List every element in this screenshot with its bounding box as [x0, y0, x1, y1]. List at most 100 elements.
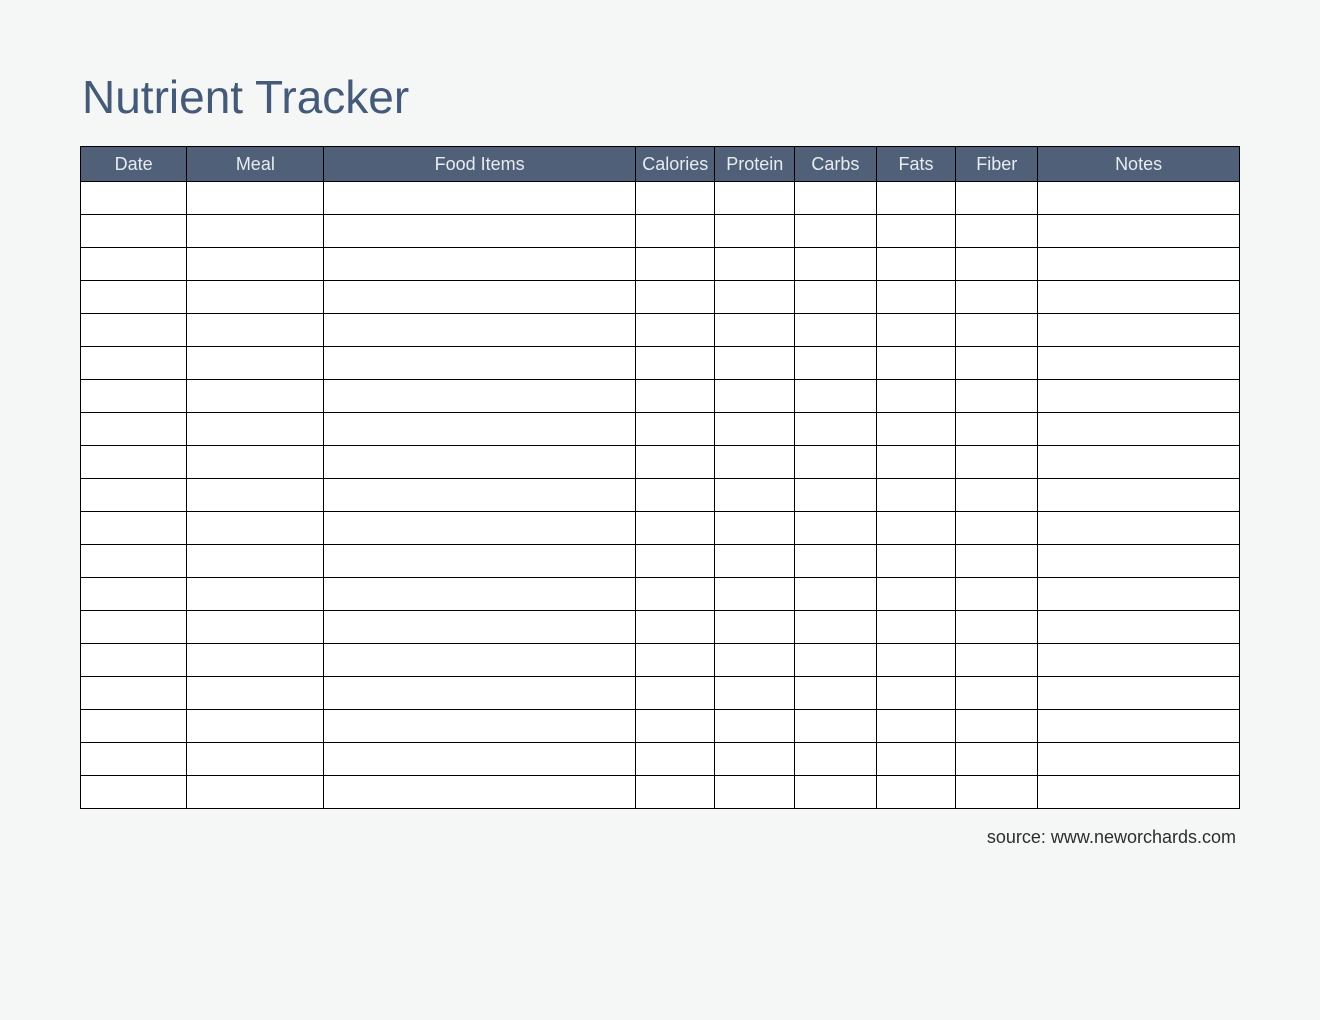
table-cell: [794, 347, 876, 380]
table-cell: [324, 512, 636, 545]
table-cell: [876, 182, 955, 215]
table-cell: [636, 710, 715, 743]
table-cell: [876, 743, 955, 776]
table-row: [81, 545, 1240, 578]
table-cell: [876, 479, 955, 512]
source-caption: source: www.neworchards.com: [80, 827, 1240, 848]
table-cell: [794, 611, 876, 644]
table-row: [81, 677, 1240, 710]
table-cell: [1038, 512, 1240, 545]
table-cell: [956, 710, 1038, 743]
table-cell: [324, 479, 636, 512]
table-cell: [715, 578, 794, 611]
table-row: [81, 710, 1240, 743]
table-cell: [1038, 215, 1240, 248]
table-cell: [794, 380, 876, 413]
table-cell: [876, 347, 955, 380]
table-cell: [1038, 677, 1240, 710]
table-row: [81, 644, 1240, 677]
table-cell: [187, 512, 324, 545]
table-cell: [187, 578, 324, 611]
table-cell: [876, 545, 955, 578]
table-cell: [1038, 611, 1240, 644]
table-cell: [876, 314, 955, 347]
table-cell: [1038, 446, 1240, 479]
table-cell: [187, 347, 324, 380]
table-row: [81, 248, 1240, 281]
table-cell: [794, 479, 876, 512]
table-cell: [187, 743, 324, 776]
table-row: [81, 314, 1240, 347]
table-cell: [81, 215, 187, 248]
table-cell: [1038, 314, 1240, 347]
table-cell: [324, 776, 636, 809]
table-cell: [1038, 644, 1240, 677]
table-cell: [876, 215, 955, 248]
table-cell: [636, 512, 715, 545]
col-header-food: Food Items: [324, 147, 636, 182]
table-cell: [715, 743, 794, 776]
table-cell: [187, 314, 324, 347]
table-cell: [715, 413, 794, 446]
table-cell: [794, 710, 876, 743]
col-header-protein: Protein: [715, 147, 794, 182]
table-body: [81, 182, 1240, 809]
table-cell: [187, 710, 324, 743]
col-header-notes: Notes: [1038, 147, 1240, 182]
table-cell: [794, 413, 876, 446]
table-cell: [187, 611, 324, 644]
table-cell: [956, 182, 1038, 215]
table-cell: [187, 479, 324, 512]
table-cell: [715, 182, 794, 215]
table-cell: [1038, 281, 1240, 314]
page-title: Nutrient Tracker: [82, 70, 1240, 124]
table-cell: [636, 776, 715, 809]
table-cell: [324, 545, 636, 578]
table-cell: [81, 776, 187, 809]
table-cell: [715, 677, 794, 710]
table-cell: [324, 578, 636, 611]
col-header-calories: Calories: [636, 147, 715, 182]
table-cell: [324, 248, 636, 281]
table-cell: [956, 611, 1038, 644]
table-cell: [956, 512, 1038, 545]
table-cell: [876, 446, 955, 479]
table-cell: [187, 776, 324, 809]
table-cell: [956, 413, 1038, 446]
table-cell: [81, 380, 187, 413]
table-cell: [187, 248, 324, 281]
table-cell: [1038, 545, 1240, 578]
table-cell: [715, 479, 794, 512]
table-cell: [636, 578, 715, 611]
table-cell: [956, 578, 1038, 611]
table-cell: [876, 710, 955, 743]
table-cell: [794, 743, 876, 776]
table-cell: [876, 512, 955, 545]
table-cell: [1038, 413, 1240, 446]
table-cell: [715, 380, 794, 413]
table-cell: [956, 446, 1038, 479]
table-cell: [81, 248, 187, 281]
table-cell: [636, 380, 715, 413]
table-cell: [715, 314, 794, 347]
table-cell: [81, 182, 187, 215]
table-row: [81, 578, 1240, 611]
table-cell: [324, 215, 636, 248]
table-cell: [324, 710, 636, 743]
table-cell: [187, 677, 324, 710]
table-cell: [187, 446, 324, 479]
table-cell: [636, 545, 715, 578]
table-cell: [324, 182, 636, 215]
col-header-carbs: Carbs: [794, 147, 876, 182]
table-cell: [324, 314, 636, 347]
table-cell: [956, 545, 1038, 578]
table-cell: [1038, 479, 1240, 512]
table-cell: [876, 644, 955, 677]
table-cell: [1038, 380, 1240, 413]
table-cell: [876, 281, 955, 314]
table-cell: [324, 644, 636, 677]
table-cell: [81, 578, 187, 611]
table-cell: [956, 776, 1038, 809]
table-cell: [636, 413, 715, 446]
table-cell: [187, 281, 324, 314]
